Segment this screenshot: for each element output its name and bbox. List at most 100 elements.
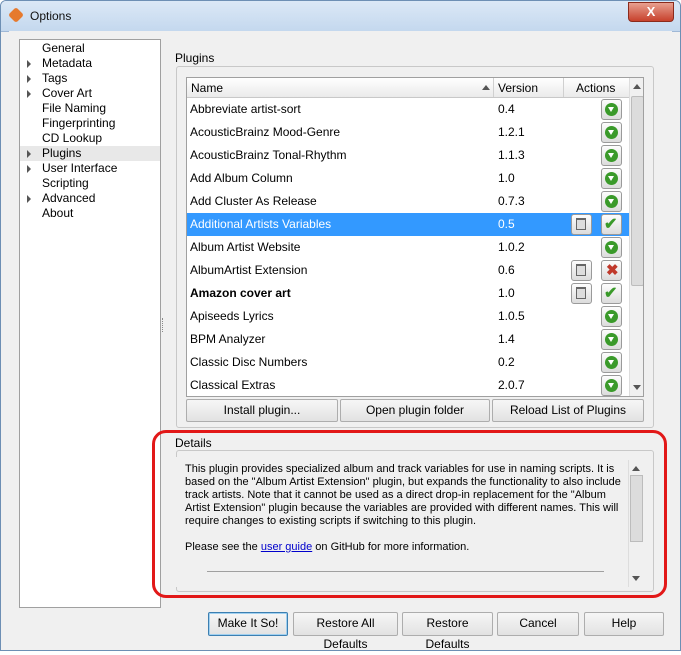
sidebar-item-label: About xyxy=(42,206,74,220)
sidebar-item-fingerprinting[interactable]: Fingerprinting xyxy=(20,116,160,131)
open-plugin-folder-button[interactable]: Open plugin folder xyxy=(340,399,490,422)
plugin-version: 1.4 xyxy=(498,332,515,346)
cancel-button[interactable]: Cancel xyxy=(497,612,579,636)
plugin-name: Classical Extras xyxy=(190,378,276,392)
reload-plugins-button[interactable]: Reload List of Plugins xyxy=(492,399,644,422)
table-row[interactable]: Add Cluster As Release 0.7.3 xyxy=(187,190,629,213)
column-header-actions[interactable]: Actions xyxy=(576,81,615,95)
restore-defaults-button[interactable]: Restore Defaults xyxy=(402,612,493,651)
enable-toggle-button[interactable]: ✔ xyxy=(601,214,622,235)
plugin-version: 1.0 xyxy=(498,286,515,300)
install-button[interactable] xyxy=(601,99,622,120)
uninstall-button[interactable] xyxy=(571,214,592,235)
column-separator xyxy=(493,78,494,97)
table-row[interactable]: Classical Extras 2.0.7 xyxy=(187,374,629,396)
plugin-name: BPM Analyzer xyxy=(190,332,266,346)
install-button[interactable] xyxy=(601,306,622,327)
plugin-name: Amazon cover art xyxy=(190,286,291,300)
sidebar-item-plugins[interactable]: Plugins xyxy=(20,146,160,161)
sidebar-item-cover-art[interactable]: Cover Art xyxy=(20,86,160,101)
table-row[interactable]: AlbumArtist Extension 0.6 ✖ xyxy=(187,259,629,282)
sidebar-item-label: Cover Art xyxy=(42,86,93,100)
download-icon xyxy=(605,103,618,116)
expand-arrow-icon[interactable] xyxy=(27,90,31,98)
install-button[interactable] xyxy=(601,352,622,373)
sidebar-item-about[interactable]: About xyxy=(20,206,160,221)
sidebar-item-scripting[interactable]: Scripting xyxy=(20,176,160,191)
table-row[interactable]: Amazon cover art 1.0 ✔ xyxy=(187,282,629,305)
enable-toggle-button[interactable]: ✖ xyxy=(601,260,622,281)
make-it-so-button[interactable]: Make It So! xyxy=(208,612,288,636)
plugins-scrollbar[interactable] xyxy=(629,78,643,396)
plugin-name: Classic Disc Numbers xyxy=(190,355,308,369)
expand-arrow-icon[interactable] xyxy=(27,60,31,68)
sidebar-item-label: Metadata xyxy=(42,56,93,70)
expand-arrow-icon[interactable] xyxy=(27,75,31,83)
sidebar-item-metadata[interactable]: Metadata xyxy=(20,56,160,71)
download-icon xyxy=(605,310,618,323)
checkmark-icon: ✔ xyxy=(604,216,618,233)
table-row[interactable]: Additional Artists Variables 0.5 ✔ xyxy=(187,213,629,236)
enable-toggle-button[interactable]: ✔ xyxy=(601,283,622,304)
expand-arrow-icon[interactable] xyxy=(27,195,31,203)
install-button[interactable] xyxy=(601,122,622,143)
sidebar-item-label: Tags xyxy=(42,71,68,85)
plugin-version: 1.2.1 xyxy=(498,125,525,139)
plugin-version: 0.7.3 xyxy=(498,194,525,208)
table-row[interactable]: Apiseeds Lyrics 1.0.5 xyxy=(187,305,629,328)
download-icon xyxy=(605,241,618,254)
table-row[interactable]: Classic Disc Numbers 0.2 xyxy=(187,351,629,374)
help-button[interactable]: Help xyxy=(584,612,664,636)
column-separator xyxy=(563,78,564,97)
table-row[interactable]: Abbreviate artist-sort 0.4 xyxy=(187,98,629,121)
sidebar-item-general[interactable]: General xyxy=(20,41,160,56)
install-button[interactable] xyxy=(601,375,622,396)
sidebar-item-tags[interactable]: Tags xyxy=(20,71,160,86)
plugin-name: Add Album Column xyxy=(190,171,293,185)
column-header-version[interactable]: Version xyxy=(498,81,538,95)
download-icon xyxy=(605,333,618,346)
download-icon xyxy=(605,356,618,369)
sidebar-item-label: File Naming xyxy=(42,101,107,115)
plugin-version: 0.6 xyxy=(498,263,515,277)
sidebar-item-label: User Interface xyxy=(42,161,118,175)
sidebar-item-user-interface[interactable]: User Interface xyxy=(20,161,160,176)
uninstall-button[interactable] xyxy=(571,260,592,281)
scroll-up-icon[interactable] xyxy=(633,84,641,89)
column-header-name[interactable]: Name xyxy=(191,81,223,95)
plugin-version: 1.1.3 xyxy=(498,148,525,162)
sidebar-item-label: Fingerprinting xyxy=(42,116,116,130)
install-button[interactable] xyxy=(601,191,622,212)
plugin-name: Apiseeds Lyrics xyxy=(190,309,274,323)
options-sidebar: General Metadata Tags Cover Art File Naming F… xyxy=(19,39,161,608)
splitter-handle[interactable] xyxy=(162,318,165,332)
plugin-name: Add Cluster As Release xyxy=(190,194,317,208)
table-row[interactable]: BPM Analyzer 1.4 xyxy=(187,328,629,351)
install-plugin-button[interactable]: Install plugin... xyxy=(186,399,338,422)
uninstall-button[interactable] xyxy=(571,283,592,304)
close-button[interactable]: X xyxy=(628,2,674,22)
table-row[interactable]: Add Album Column 1.0 xyxy=(187,167,629,190)
restore-all-defaults-button[interactable]: Restore All Defaults xyxy=(293,612,398,651)
install-button[interactable] xyxy=(601,168,622,189)
install-button[interactable] xyxy=(601,145,622,166)
install-button[interactable] xyxy=(601,329,622,350)
expand-arrow-icon[interactable] xyxy=(27,165,31,173)
sidebar-item-label: Scripting xyxy=(42,176,89,190)
sidebar-item-advanced[interactable]: Advanced xyxy=(20,191,160,206)
sidebar-item-cd-lookup[interactable]: CD Lookup xyxy=(20,131,160,146)
plugin-version: 2.0.7 xyxy=(498,378,525,392)
table-row[interactable]: AcousticBrainz Tonal-Rhythm 1.1.3 xyxy=(187,144,629,167)
scrollbar-thumb[interactable] xyxy=(631,96,643,286)
expand-arrow-icon[interactable] xyxy=(27,150,31,158)
sidebar-item-file-naming[interactable]: File Naming xyxy=(20,101,160,116)
install-button[interactable] xyxy=(601,237,622,258)
plugin-version: 1.0.2 xyxy=(498,240,525,254)
download-icon xyxy=(605,195,618,208)
table-row[interactable]: AcousticBrainz Mood-Genre 1.2.1 xyxy=(187,121,629,144)
download-icon xyxy=(605,149,618,162)
scroll-down-icon[interactable] xyxy=(633,385,641,390)
plugin-version: 0.4 xyxy=(498,102,515,116)
sidebar-item-label: CD Lookup xyxy=(42,131,103,145)
table-row[interactable]: Album Artist Website 1.0.2 xyxy=(187,236,629,259)
